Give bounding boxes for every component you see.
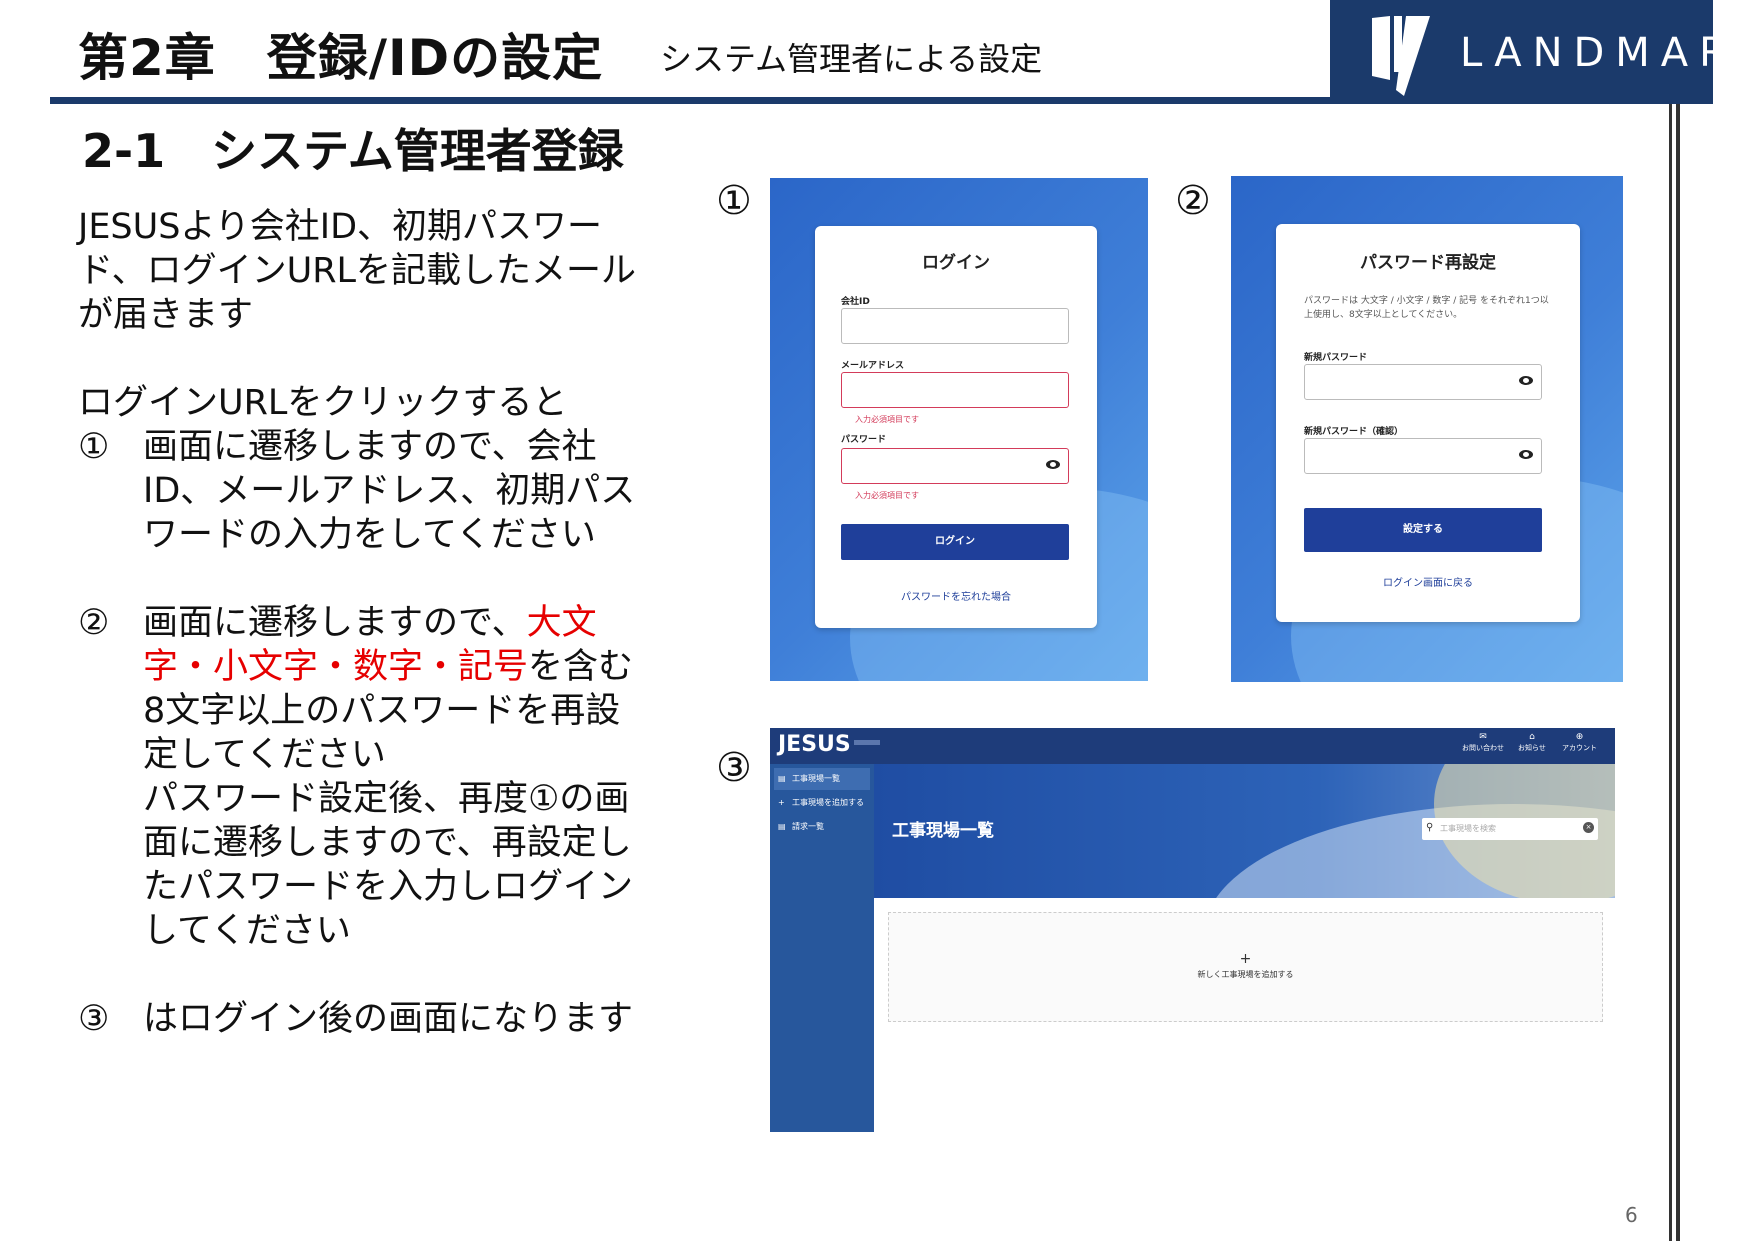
search-icon: ⚲: [1426, 822, 1434, 833]
intro-text: JESUSより会社ID、初期パスワード、ログインURLを記載したメールが届きます: [78, 207, 637, 335]
step-2-text-before: 画面に遷移しますので、: [143, 603, 527, 643]
eye-icon[interactable]: [1519, 376, 1533, 385]
step-3-text: はログイン後の画面になります: [143, 999, 634, 1039]
contact-button[interactable]: ✉ お問い合わせ: [1462, 731, 1504, 753]
password-label: パスワード: [841, 435, 887, 445]
logo-text: LANDMARK: [1460, 30, 1755, 76]
search-input[interactable]: 工事現場を検索: [1440, 823, 1496, 834]
right-border-line: [1669, 104, 1672, 1241]
step-3-number: ③: [78, 999, 110, 1039]
password-reset-screenshot: パスワード再設定 パスワードは 大文字 / 小文字 / 数字 / 記号 をそれぞ…: [1231, 176, 1623, 682]
plus-icon: +: [1239, 951, 1252, 967]
confirm-password-field[interactable]: [1304, 438, 1542, 474]
step-1: ① 画面に遷移しますので、会社ID、メールアドレス、初期パスワードの入力をしてく…: [78, 425, 638, 557]
login-card: ログイン 会社ID メールアドレス 入力必須項目です パスワード 入力必須項目で…: [815, 226, 1097, 628]
bell-icon: ⌂: [1529, 732, 1535, 742]
sidebar-item-label: 工事現場を追加する: [792, 798, 864, 807]
app-hero: 工事現場一覧 ⚲ 工事現場を検索 ×: [874, 764, 1615, 898]
back-to-login-link[interactable]: ログイン画面に戻る: [1276, 574, 1580, 589]
section-title: 2-1 システム管理者登録: [82, 124, 624, 178]
app-topbar: JESUS ✉ お問い合わせ ⌂ お知らせ ⊕ アカウント: [770, 728, 1615, 764]
email-error: 入力必須項目です: [855, 415, 919, 424]
step-2-text-followup: パスワード設定後、再度①の画面に遷移しますので、再設定したパスワードを入力しログ…: [143, 779, 634, 951]
marker-1: ①: [716, 178, 752, 224]
marker-2: ②: [1175, 178, 1211, 224]
page-number: 6: [1625, 1203, 1638, 1227]
app-logo[interactable]: JESUS: [778, 732, 851, 757]
eye-icon[interactable]: [1519, 450, 1533, 459]
landmark-logo: LANDMARK: [1330, 0, 1755, 104]
confirm-password-label: 新規パスワード（確認）: [1304, 427, 1404, 437]
new-password-label: 新規パスワード: [1304, 353, 1368, 363]
right-border-line-2: [1676, 104, 1680, 1241]
email-label: メールアドレス: [841, 361, 905, 371]
sidebar-item-label: 請求一覧: [792, 822, 824, 831]
app-sidebar: ▤ 工事現場一覧 + 工事現場を追加する ▤ 請求一覧: [770, 764, 874, 1132]
sidebar-item-add-site[interactable]: + 工事現場を追加する: [774, 792, 870, 814]
lead-text: ログインURLをクリックすると: [78, 383, 568, 423]
reset-title: パスワード再設定: [1360, 253, 1496, 273]
step-1-text: 画面に遷移しますので、会社ID、メールアドレス、初期パスワードの入力をしてくださ…: [143, 427, 636, 555]
sidebar-item-sites[interactable]: ▤ 工事現場一覧: [774, 768, 870, 790]
add-site-label: 新しく工事現場を追加する: [1197, 970, 1294, 979]
instructions: JESUSより会社ID、初期パスワード、ログインURLを記載したメールが届きます…: [78, 205, 638, 1041]
notice-button[interactable]: ⌂ お知らせ: [1518, 731, 1546, 753]
add-site-card[interactable]: + 新しく工事現場を追加する: [888, 912, 1603, 1022]
step-3: ③ はログイン後の画面になります: [78, 997, 638, 1041]
forgot-password-link[interactable]: パスワードを忘れた場合: [815, 588, 1097, 603]
sidebar-item-billing[interactable]: ▤ 請求一覧: [774, 816, 870, 838]
login-button[interactable]: ログイン: [841, 524, 1069, 560]
reset-card: パスワード再設定 パスワードは 大文字 / 小文字 / 数字 / 記号 をそれぞ…: [1276, 224, 1580, 622]
step-2: ② 画面に遷移しますので、大文字・小文字・数字・記号を含む8文字以上のパスワード…: [78, 601, 638, 953]
password-error: 入力必須項目です: [855, 491, 919, 500]
page-title: 工事現場一覧: [892, 821, 994, 841]
new-password-field[interactable]: [1304, 364, 1542, 400]
company-id-label: 会社ID: [841, 297, 870, 307]
app-logo-tag: [854, 740, 880, 745]
sidebar-item-label: 工事現場一覧: [792, 774, 840, 783]
list-icon: ▤: [778, 774, 786, 783]
marker-3: ③: [716, 745, 752, 791]
mail-icon: ✉: [1479, 732, 1487, 742]
dashboard-screenshot: JESUS ✉ お問い合わせ ⌂ お知らせ ⊕ アカウント ▤ 工事現場一覧 + 工事現場…: [770, 728, 1615, 1132]
site-search[interactable]: ⚲ 工事現場を検索 ×: [1422, 818, 1598, 840]
step-1-number: ①: [78, 427, 110, 467]
chapter-title: 第2章 登録/IDの設定: [78, 29, 604, 87]
clear-icon[interactable]: ×: [1583, 822, 1594, 833]
email-field[interactable]: [841, 372, 1069, 408]
step-2-number: ②: [78, 603, 110, 643]
account-button[interactable]: ⊕ アカウント: [1562, 731, 1597, 753]
notice-label: お知らせ: [1518, 744, 1546, 752]
landmark-mark-icon: [1372, 16, 1430, 96]
account-icon: ⊕: [1575, 732, 1584, 742]
step-2-text: 画面に遷移しますので、大文字・小文字・数字・記号を含む8文字以上のパスワードを再…: [143, 601, 638, 953]
account-label: アカウント: [1562, 744, 1597, 752]
chapter-subtitle: システム管理者による設定: [660, 40, 1043, 78]
document-icon: ▤: [778, 822, 786, 831]
login-title: ログイン: [922, 253, 990, 273]
contact-label: お問い合わせ: [1462, 744, 1504, 752]
login-screenshot: ログイン 会社ID メールアドレス 入力必須項目です パスワード 入力必須項目で…: [770, 178, 1148, 681]
password-field[interactable]: [841, 448, 1069, 484]
eye-icon[interactable]: [1046, 460, 1060, 469]
company-id-field[interactable]: [841, 308, 1069, 344]
plus-icon: +: [778, 798, 785, 807]
set-password-button[interactable]: 設定する: [1304, 508, 1542, 552]
password-rule-hint: パスワードは 大文字 / 小文字 / 数字 / 記号 をそれぞれ1つ以上使用し、…: [1304, 296, 1549, 320]
